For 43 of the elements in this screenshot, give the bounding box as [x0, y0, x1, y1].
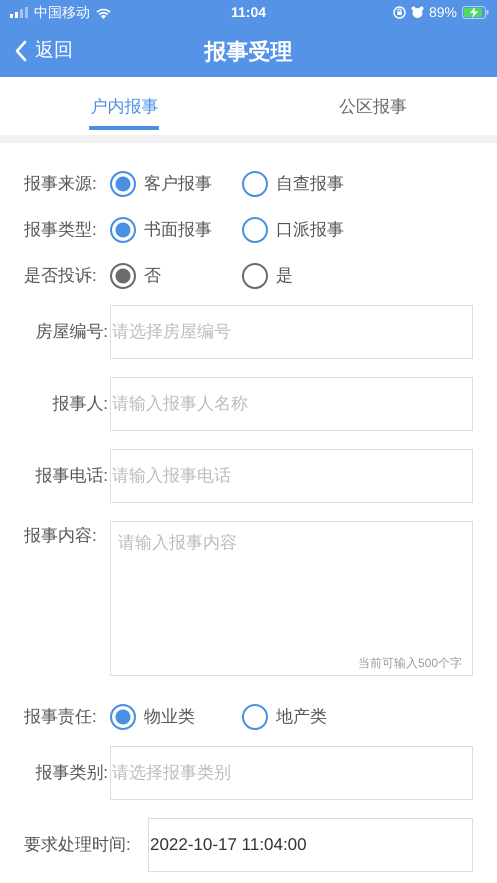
- field-label: 报事来源:: [24, 173, 98, 196]
- field-label: 报事类别:: [34, 762, 109, 784]
- carrier-name: 中国移动: [34, 3, 90, 22]
- battery-charging-icon: [462, 6, 489, 19]
- field-label: 报事内容:: [24, 525, 98, 547]
- tab[interactable]: 公区报事: [338, 94, 407, 130]
- chevron-left-icon: [14, 40, 27, 62]
- input-field[interactable]: 请输入报事电话: [110, 449, 473, 503]
- signal-icon: [10, 7, 30, 18]
- radio-option[interactable]: 地产类: [242, 704, 374, 730]
- radio-option[interactable]: 客户报事: [110, 171, 242, 197]
- radio-button[interactable]: [110, 217, 136, 243]
- battery-percent: 89%: [428, 3, 457, 22]
- radio-button[interactable]: [110, 263, 136, 289]
- radio-option[interactable]: 物业类: [110, 704, 242, 730]
- radio-button[interactable]: [110, 171, 136, 197]
- radio-option[interactable]: 书面报事: [110, 217, 242, 243]
- input-field[interactable]: 请选择报事类别: [110, 746, 473, 800]
- field-label: 报事人:: [51, 393, 109, 416]
- field-label: 是否投诉:: [24, 265, 98, 288]
- field-label: 报事类型:: [24, 219, 98, 242]
- radio-option[interactable]: 否: [110, 263, 242, 289]
- input-field[interactable]: 请输入报事人名称: [110, 377, 473, 431]
- radio-button[interactable]: [242, 217, 268, 243]
- radio-option[interactable]: 口派报事: [242, 217, 374, 243]
- radio-button[interactable]: [110, 704, 136, 730]
- rotation-lock-icon: [392, 6, 406, 19]
- clock-time: 11:04: [230, 3, 266, 22]
- radio-option[interactable]: 是: [242, 263, 374, 289]
- field-label: 报事电话:: [34, 465, 109, 488]
- field-label: 要求处理时间:: [24, 834, 132, 856]
- alarm-icon: [410, 6, 424, 19]
- input-field[interactable]: 请选择房屋编号: [110, 305, 473, 359]
- character-counter: 当前可输入500个字: [358, 655, 462, 672]
- input-field[interactable]: 2022-10-17 11:04:00: [148, 818, 473, 872]
- wifi-icon: [95, 6, 112, 18]
- radio-button[interactable]: [242, 263, 268, 289]
- radio-option[interactable]: 自查报事: [242, 171, 374, 197]
- field-label: 房屋编号:: [34, 321, 109, 344]
- radio-button[interactable]: [242, 704, 268, 730]
- radio-button[interactable]: [242, 171, 268, 197]
- field-label: 报事责任:: [24, 706, 98, 728]
- page-title: 报事受理: [204, 38, 292, 66]
